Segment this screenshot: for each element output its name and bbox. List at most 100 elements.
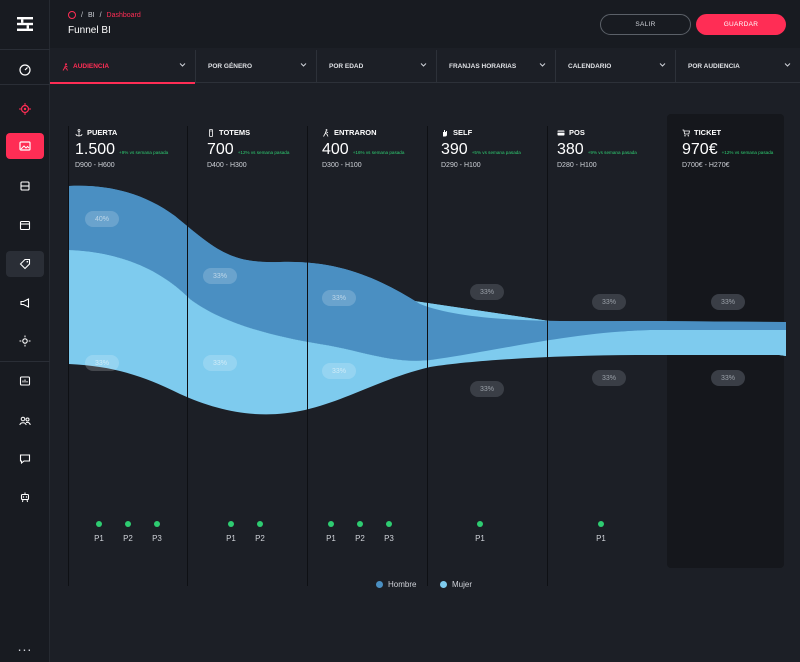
point-label: P3 bbox=[152, 534, 162, 543]
stage-name: TICKET bbox=[694, 128, 722, 137]
home-icon[interactable] bbox=[68, 11, 76, 19]
tab-por-genero[interactable]: POR GÉNERO bbox=[196, 50, 317, 83]
legend-label: Hombre bbox=[388, 580, 417, 589]
point-dot[interactable] bbox=[257, 521, 263, 527]
legend-hombre[interactable]: Hombre bbox=[376, 580, 416, 589]
stage-range: D400 - H300 bbox=[207, 162, 247, 169]
point-dot[interactable] bbox=[96, 521, 102, 527]
column-divider bbox=[68, 126, 69, 586]
inbox-icon bbox=[20, 181, 30, 191]
more-menu-button[interactable]: ... bbox=[0, 638, 50, 654]
tab-por-audiencia[interactable]: POR AUDIENCIA bbox=[676, 50, 800, 83]
hand-icon bbox=[443, 129, 447, 136]
stage-range: D290 - H100 bbox=[441, 162, 481, 169]
legend-mujer[interactable]: Mujer bbox=[440, 580, 472, 589]
sidebar-divider bbox=[0, 84, 50, 85]
stage-delta: +12% vs semana pasada bbox=[237, 150, 290, 155]
pct-hombre-totems: 33% bbox=[203, 268, 237, 284]
sidebar-item-users[interactable] bbox=[6, 408, 44, 434]
point-label: P2 bbox=[355, 534, 365, 543]
sidebar-item-settings[interactable] bbox=[6, 328, 44, 354]
breadcrumb-bi[interactable]: BI bbox=[88, 12, 95, 19]
point-dot[interactable] bbox=[125, 521, 131, 527]
tab-label: POR AUDIENCIA bbox=[688, 63, 740, 70]
stage-delta: +5% vs semana pasada bbox=[471, 150, 521, 155]
report-icon bbox=[19, 376, 31, 386]
point-label: P2 bbox=[123, 534, 133, 543]
pct-mujer-pos: 33% bbox=[592, 370, 626, 386]
pct-hombre-ticket: 33% bbox=[711, 294, 745, 310]
breadcrumb-separator: / bbox=[99, 11, 102, 19]
tab-label: AUDIENCIA bbox=[73, 63, 110, 70]
stage-range: D300 - H100 bbox=[322, 162, 362, 169]
point-dot[interactable] bbox=[154, 521, 160, 527]
stage-ticket: TICKET 970€ +12% vs semana pasada D700€ -… bbox=[682, 128, 773, 169]
sidebar-item-tags[interactable] bbox=[6, 251, 44, 277]
chevron-down-icon bbox=[659, 63, 666, 67]
megaphone-icon bbox=[20, 298, 30, 308]
tab-label: FRANJAS HORARIAS bbox=[449, 63, 517, 70]
stage-range: D280 - H100 bbox=[557, 162, 597, 169]
sidebar-item-calendar[interactable] bbox=[6, 212, 44, 238]
sidebar-item-inbox[interactable] bbox=[6, 173, 44, 199]
pct-hombre-puerta: 40% bbox=[85, 211, 119, 227]
stage-delta: +16% vs semana pasada bbox=[352, 150, 405, 155]
sidebar-item-chat[interactable] bbox=[6, 446, 44, 472]
tab-audiencia[interactable]: AUDIENCIA bbox=[50, 50, 196, 84]
calendar-icon bbox=[19, 220, 31, 231]
sidebar-item-target[interactable] bbox=[6, 96, 44, 122]
dashboard-icon bbox=[19, 64, 31, 76]
tab-franjas-horarias[interactable]: FRANJAS HORARIAS bbox=[437, 50, 556, 83]
point-label: P1 bbox=[475, 534, 485, 543]
stage-value: 400 bbox=[322, 141, 349, 158]
stage-pos: POS 380 +9% vs semana pasada D280 - H100 bbox=[557, 128, 637, 169]
pct-mujer-puerta: 33% bbox=[85, 355, 119, 371]
pct-mujer-self: 33% bbox=[470, 381, 504, 397]
point-dot[interactable] bbox=[357, 521, 363, 527]
robot-icon bbox=[20, 492, 30, 503]
tab-por-edad[interactable]: POR EDAD bbox=[317, 50, 437, 83]
stage-delta: +9% vs semana pasada bbox=[119, 150, 169, 155]
guardar-button[interactable]: GUARDAR bbox=[696, 14, 786, 35]
pct-mujer-entraron: 33% bbox=[322, 363, 356, 379]
stage-value: 380 bbox=[557, 141, 584, 158]
menu-logo-icon[interactable] bbox=[15, 14, 35, 34]
funnel-chart bbox=[69, 185, 786, 415]
chevron-down-icon bbox=[179, 63, 186, 67]
sidebar-item-dashboard[interactable] bbox=[6, 57, 44, 83]
cart-icon bbox=[682, 129, 690, 136]
tab-calendario[interactable]: CALENDARIO bbox=[556, 50, 676, 83]
column-divider bbox=[427, 126, 428, 586]
point-dot[interactable] bbox=[228, 521, 234, 527]
chevron-down-icon bbox=[420, 63, 427, 67]
sidebar-item-bots[interactable] bbox=[6, 484, 44, 510]
legend-swatch bbox=[376, 581, 383, 588]
point-dot[interactable] bbox=[598, 521, 604, 527]
chevron-down-icon bbox=[300, 63, 307, 67]
stage-name: PUERTA bbox=[87, 128, 118, 137]
card-icon bbox=[557, 130, 565, 135]
breadcrumb-current: Dashboard bbox=[106, 11, 141, 19]
point-dot[interactable] bbox=[386, 521, 392, 527]
stage-value: 970€ bbox=[682, 141, 718, 158]
page-title: Funnel BI bbox=[68, 25, 111, 36]
stage-range: D900 - H600 bbox=[75, 162, 115, 169]
chevron-down-icon bbox=[539, 63, 546, 67]
point-dot[interactable] bbox=[477, 521, 483, 527]
salir-button[interactable]: SALIR bbox=[600, 14, 691, 35]
pct-mujer-ticket: 33% bbox=[711, 370, 745, 386]
stage-name: SELF bbox=[453, 128, 473, 137]
column-divider bbox=[187, 126, 188, 586]
sidebar-item-campaigns[interactable] bbox=[6, 290, 44, 316]
walking-icon bbox=[62, 62, 68, 71]
pct-hombre-entraron: 33% bbox=[322, 290, 356, 306]
stage-delta: +9% vs semana pasada bbox=[587, 150, 637, 155]
anchor-icon bbox=[75, 128, 83, 136]
sidebar-item-media[interactable] bbox=[6, 133, 44, 159]
stage-self: SELF 390 +5% vs semana pasada D290 - H100 bbox=[441, 128, 521, 169]
point-dot[interactable] bbox=[328, 521, 334, 527]
chat-icon bbox=[19, 454, 31, 465]
point-label: P2 bbox=[255, 534, 265, 543]
stage-value: 390 bbox=[441, 141, 468, 158]
sidebar-item-reports[interactable] bbox=[6, 368, 44, 394]
